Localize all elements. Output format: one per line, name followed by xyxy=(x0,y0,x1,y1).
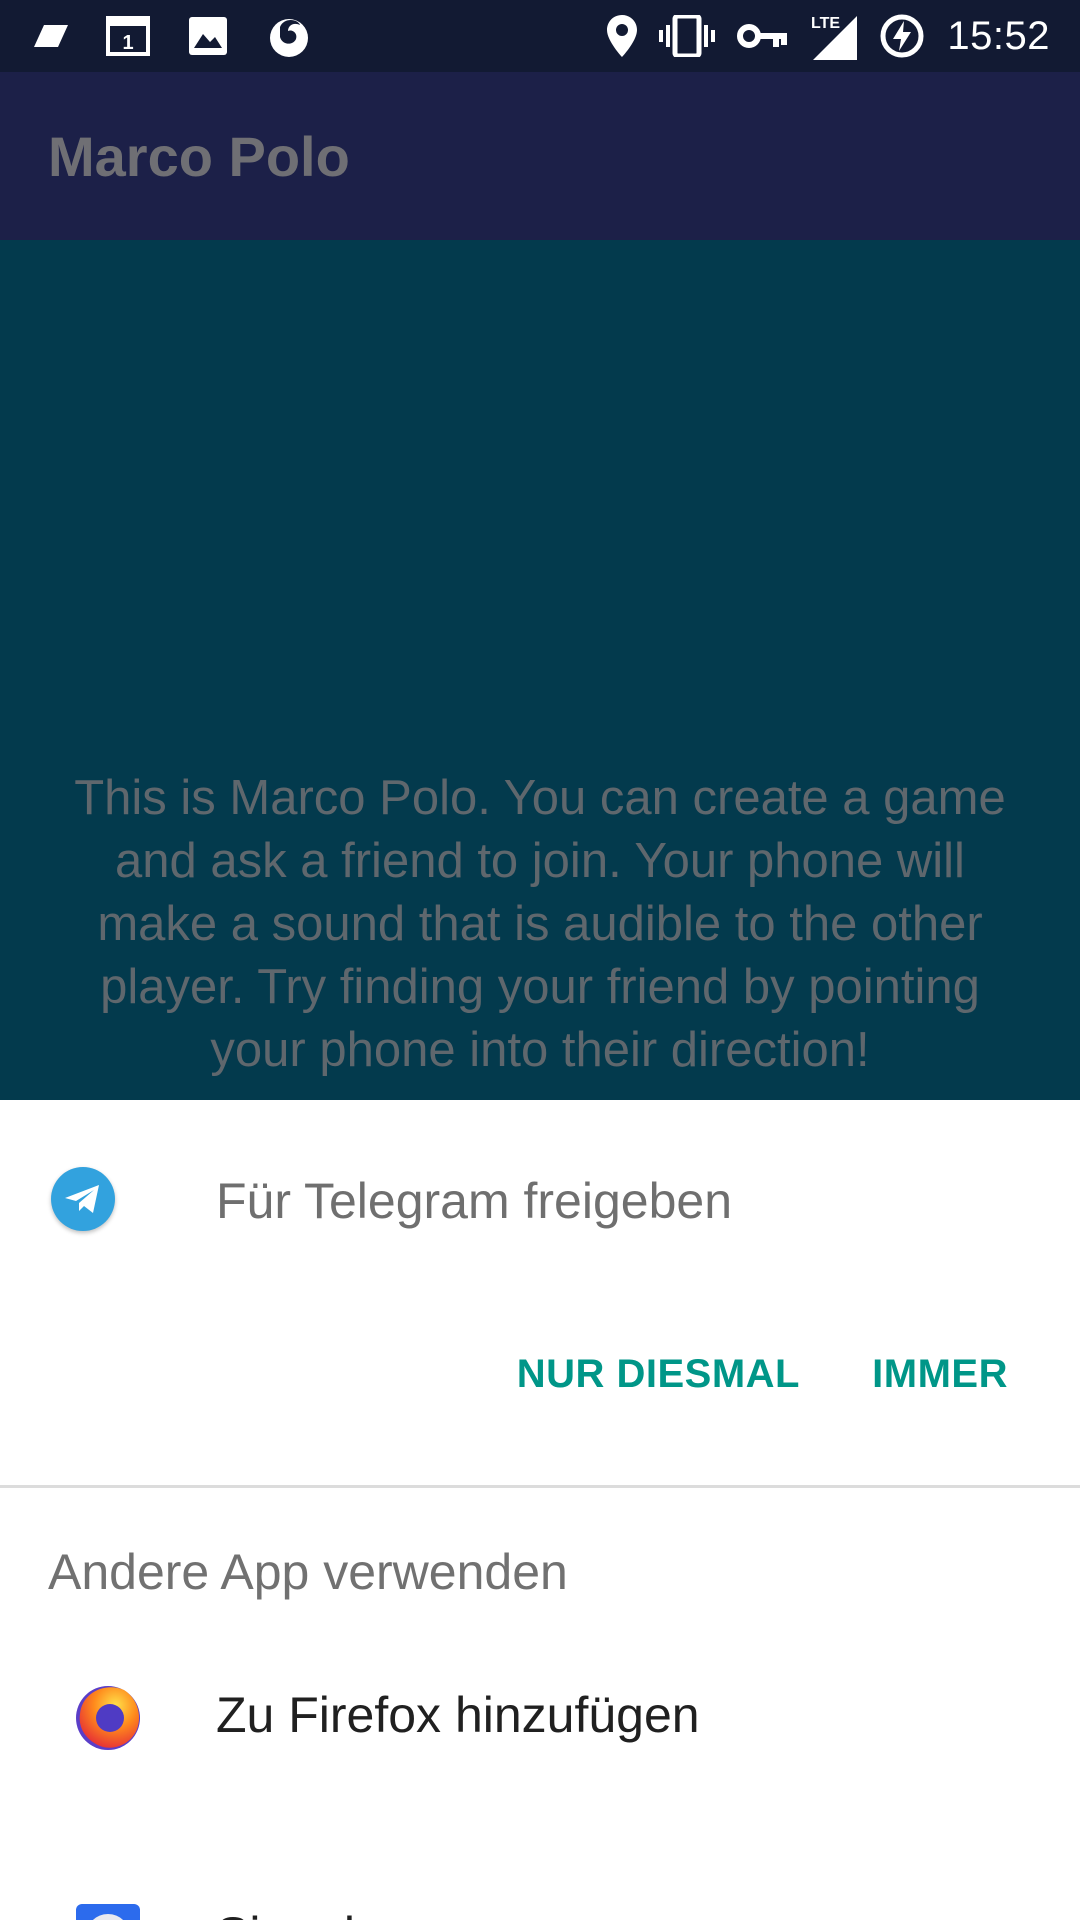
battery-charging-icon xyxy=(879,13,925,59)
telegram-icon xyxy=(51,1167,115,1231)
preferred-app-row[interactable]: Für Telegram freigeben xyxy=(0,1100,1080,1296)
always-button[interactable]: IMMER xyxy=(872,1352,1008,1397)
screen: 1 LTE 15:52 Marco Polo This is Marco Pol… xyxy=(0,0,1080,1920)
status-time: 15:52 xyxy=(947,13,1050,58)
app-item-signal[interactable]: Signal xyxy=(0,1860,1080,1920)
image-icon xyxy=(188,16,228,56)
app-title: Marco Polo xyxy=(48,125,350,188)
divider xyxy=(0,1485,1080,1488)
app-bar: Marco Polo xyxy=(0,72,1080,240)
share-chooser-sheet: Für Telegram freigeben NUR DIESMAL IMMER… xyxy=(0,1100,1080,1920)
location-icon xyxy=(607,15,638,57)
system-icons: LTE 15:52 xyxy=(607,10,1050,62)
firefox-icon xyxy=(72,1680,144,1752)
vpn-key-icon xyxy=(737,21,788,51)
other-apps-header: Andere App verwenden xyxy=(48,1544,568,1600)
calendar-day: 1 xyxy=(122,32,133,54)
main-content: This is Marco Polo. You can create a gam… xyxy=(0,240,1080,1100)
chooser-actions: NUR DIESMAL IMMER xyxy=(0,1330,1080,1430)
firefox-notification-icon xyxy=(266,13,312,59)
notification-icons: 1 xyxy=(34,10,312,62)
app-label-firefox: Zu Firefox hinzufügen xyxy=(216,1687,700,1743)
network-type-label: LTE xyxy=(811,15,840,32)
signal-icon: LTE xyxy=(809,12,858,60)
status-bar: 1 LTE 15:52 xyxy=(0,0,1080,72)
intro-text: This is Marco Polo. You can create a gam… xyxy=(74,771,1006,1077)
tag-icon xyxy=(34,25,68,47)
preferred-app-label: Für Telegram freigeben xyxy=(216,1173,733,1229)
just-once-button[interactable]: NUR DIESMAL xyxy=(517,1352,800,1397)
app-label-signal: Signal xyxy=(216,1906,355,1920)
vibrate-icon xyxy=(659,15,716,57)
calendar-icon: 1 xyxy=(106,16,150,56)
app-item-firefox[interactable]: Zu Firefox hinzufügen xyxy=(0,1640,1080,1790)
signal-app-icon xyxy=(72,1900,144,1920)
